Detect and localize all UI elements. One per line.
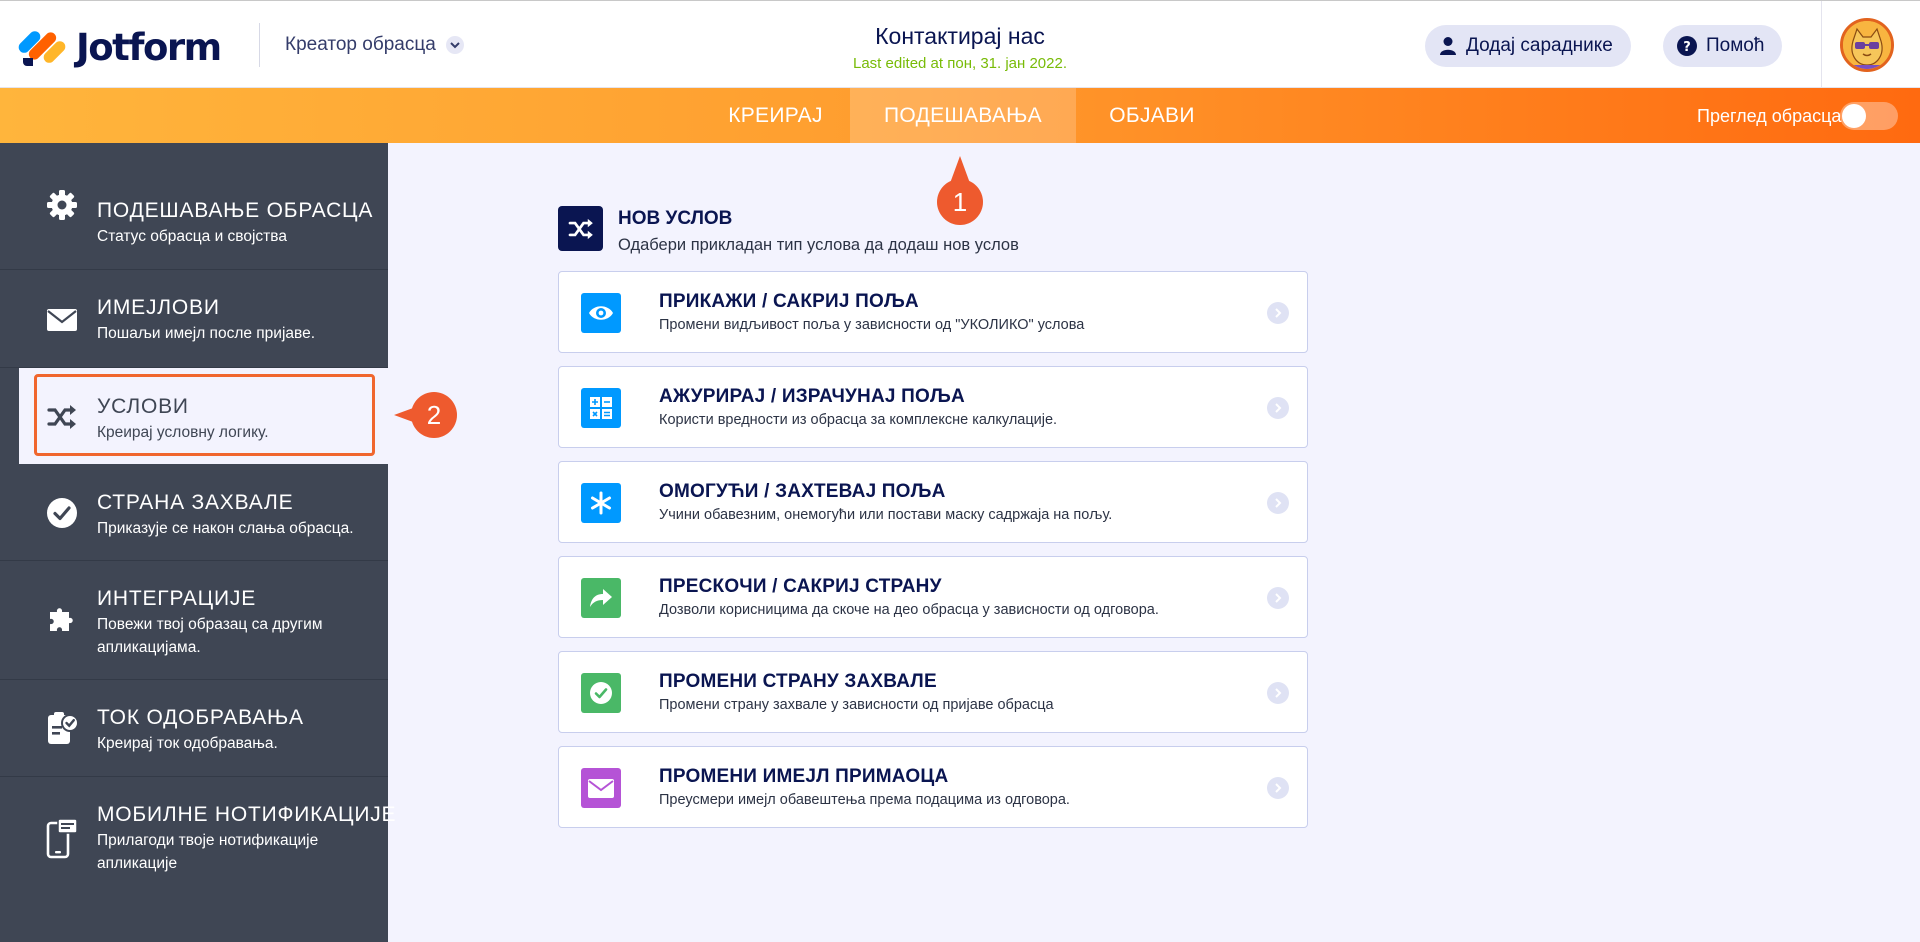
builder-nav: КРЕИРАЈ ПОДЕШАВАЊА ОБЈАВИ Преглед обрасц… (0, 88, 1920, 143)
help-button[interactable]: ? Помоћ (1663, 25, 1783, 67)
sidebar-item-subtitle: Пошаљи имејл после пријаве. (97, 325, 316, 342)
callout-badge-2: 2 (411, 392, 457, 438)
chevron-right-icon (1267, 777, 1289, 799)
sidebar-item-title: ИНТЕГРАЦИЈЕ (97, 587, 257, 610)
add-collaborators-button[interactable]: Додај сараднике (1425, 25, 1631, 67)
condition-card-change-thank-you-page[interactable]: ПРОМЕНИ СТРАНУ ЗАХВАЛЕ Промени страну за… (558, 651, 1308, 733)
chevron-right-icon (1267, 682, 1289, 704)
share-arrow-icon (581, 578, 621, 618)
sidebar-item-integrations[interactable]: ИНТЕГРАЦИЈЕ Повежи твој образац са други… (0, 561, 388, 680)
sidebar-item-thank-you-page[interactable]: СТРАНА ЗАХВАЛЕ Приказује се након слања … (0, 464, 388, 561)
form-preview-toggle[interactable] (1840, 102, 1898, 130)
chevron-down-icon (445, 36, 464, 54)
sidebar-item-subtitle: Креирај ток одобравања. (97, 735, 278, 752)
header-divider-right (1821, 1, 1822, 89)
form-preview-label: Преглед обрасца (1697, 106, 1842, 126)
header-divider (259, 23, 260, 67)
sidebar-item-emails[interactable]: ИМЕЈЛОВИ Пошаљи имејл после пријаве. (0, 270, 388, 368)
card-title: ПРЕСКОЧИ / САКРИЈ СТРАНУ (659, 576, 942, 597)
eye-icon (581, 293, 621, 333)
help-label: Помоћ (1706, 35, 1765, 56)
condition-card-show-hide-field[interactable]: ПРИКАЖИ / САКРИЈ ПОЉА Промени видљивост … (558, 271, 1308, 353)
help-icon: ? (1677, 36, 1697, 56)
mobile-notification-icon (44, 819, 80, 859)
card-title: ПРИКАЖИ / САКРИЈ ПОЉА (659, 291, 919, 312)
sidebar-item-subtitle: Повежи твој образац са другим апликација… (97, 616, 323, 656)
new-condition-subtitle: Одабери прикладан тип услова да додаш но… (618, 236, 1019, 254)
card-description: Промени страну захвале у зависности од п… (659, 697, 1054, 713)
card-title: ОМОГУЋИ / ЗАХТЕВАЈ ПОЉА (659, 481, 946, 502)
callout-badge-1: 1 (937, 179, 983, 225)
card-description: Промени видљивост поља у зависности од "… (659, 317, 1085, 333)
card-description: Преусмери имејл обавештења према подацим… (659, 792, 1070, 808)
card-description: Дозволи корисницима да скоче на део обра… (659, 602, 1159, 618)
condition-card-skip-hide-page[interactable]: ПРЕСКОЧИ / САКРИЈ СТРАНУ Дозволи корисни… (558, 556, 1308, 638)
user-icon (1439, 36, 1457, 56)
top-header: Jotform Креатор обрасца Контактирај нас … (0, 0, 1920, 89)
sidebar-item-title: ПОДЕШАВАЊЕ ОБРАСЦА (97, 199, 374, 222)
calculator-icon (581, 388, 621, 428)
check-circle-icon (44, 495, 80, 531)
card-description: Користи вредности из обрасца за комплекс… (659, 412, 1058, 428)
jotform-logo[interactable]: Jotform (16, 25, 222, 69)
sidebar-item-title: СТРАНА ЗАХВАЛЕ (97, 491, 294, 514)
gear-icon (44, 187, 80, 223)
tab-settings[interactable]: ПОДЕШАВАЊА (850, 88, 1076, 143)
envelope-icon (44, 302, 80, 338)
envelope-icon (581, 768, 621, 808)
chevron-right-icon (1267, 302, 1289, 324)
last-edited-status: Last edited at пон, 31. јан 2022. (853, 55, 1067, 72)
card-title: ПРОМЕНИ СТРАНУ ЗАХВАЛЕ (659, 671, 937, 692)
shuffle-icon (558, 206, 603, 251)
jotform-logo-icon (16, 27, 68, 67)
sidebar-item-approval-flow[interactable]: ТОК ОДОБРАВАЊА Креирај ток одобравања. (0, 680, 388, 777)
card-description: Учини обавезним, онемогући или постави м… (659, 507, 1113, 523)
asterisk-icon (581, 483, 621, 523)
new-condition-title: НОВ УСЛОВ (618, 208, 733, 229)
highlight-box (34, 374, 375, 456)
tab-publish[interactable]: ОБЈАВИ (1086, 88, 1218, 143)
chevron-right-icon (1267, 492, 1289, 514)
chevron-right-icon (1267, 397, 1289, 419)
user-avatar[interactable] (1840, 18, 1894, 72)
sidebar-item-form-settings[interactable]: ПОДЕШАВАЊЕ ОБРАСЦА Статус обрасца и свој… (0, 143, 388, 270)
brand-name: Jotform (76, 25, 222, 69)
sidebar-item-subtitle: Статус обрасца и својства (97, 228, 287, 245)
svg-text:?: ? (1683, 40, 1691, 55)
check-circle-icon (581, 673, 621, 713)
sidebar-item-subtitle: Приказује се након слања обрасца. (97, 520, 354, 537)
puzzle-icon (44, 601, 80, 637)
sidebar-item-title: МОБИЛНЕ НОТИФИКАЦИЈЕ (97, 803, 397, 826)
condition-card-enable-require-field[interactable]: ОМОГУЋИ / ЗАХТЕВАЈ ПОЉА Учини обавезним,… (558, 461, 1308, 543)
card-title: ПРОМЕНИ ИМЕЈЛ ПРИМАОЦА (659, 766, 949, 787)
sidebar-item-subtitle: Прилагоди твоје нотификације апликације (97, 832, 319, 872)
tab-build[interactable]: КРЕИРАЈ (710, 88, 841, 143)
form-builder-dropdown[interactable]: Креатор обрасца (285, 34, 464, 56)
form-title[interactable]: Контактирај нас (760, 23, 1160, 50)
condition-card-update-calculate-field[interactable]: АЖУРИРАЈ / ИЗРАЧУНАЈ ПОЉА Користи вредно… (558, 366, 1308, 448)
condition-card-change-email-recipient[interactable]: ПРОМЕНИ ИМЕЈЛ ПРИМАОЦА Преусмери имејл о… (558, 746, 1308, 828)
sidebar-item-mobile-notifications[interactable]: МОБИЛНЕ НОТИФИКАЦИЈЕ Прилагоди твоје нот… (0, 777, 396, 902)
sidebar-item-title: ТОК ОДОБРАВАЊА (97, 706, 304, 729)
toggle-knob (1842, 104, 1866, 128)
approval-icon (44, 711, 80, 747)
chevron-right-icon (1267, 587, 1289, 609)
sidebar-item-title: ИМЕЈЛОВИ (97, 296, 220, 319)
card-title: АЖУРИРАЈ / ИЗРАЧУНАЈ ПОЉА (659, 386, 965, 407)
add-collaborators-label: Додај сараднике (1466, 35, 1613, 56)
settings-sidebar: ПОДЕШАВАЊЕ ОБРАСЦА Статус обрасца и свој… (0, 143, 396, 942)
builder-label: Креатор обрасца (285, 34, 436, 55)
